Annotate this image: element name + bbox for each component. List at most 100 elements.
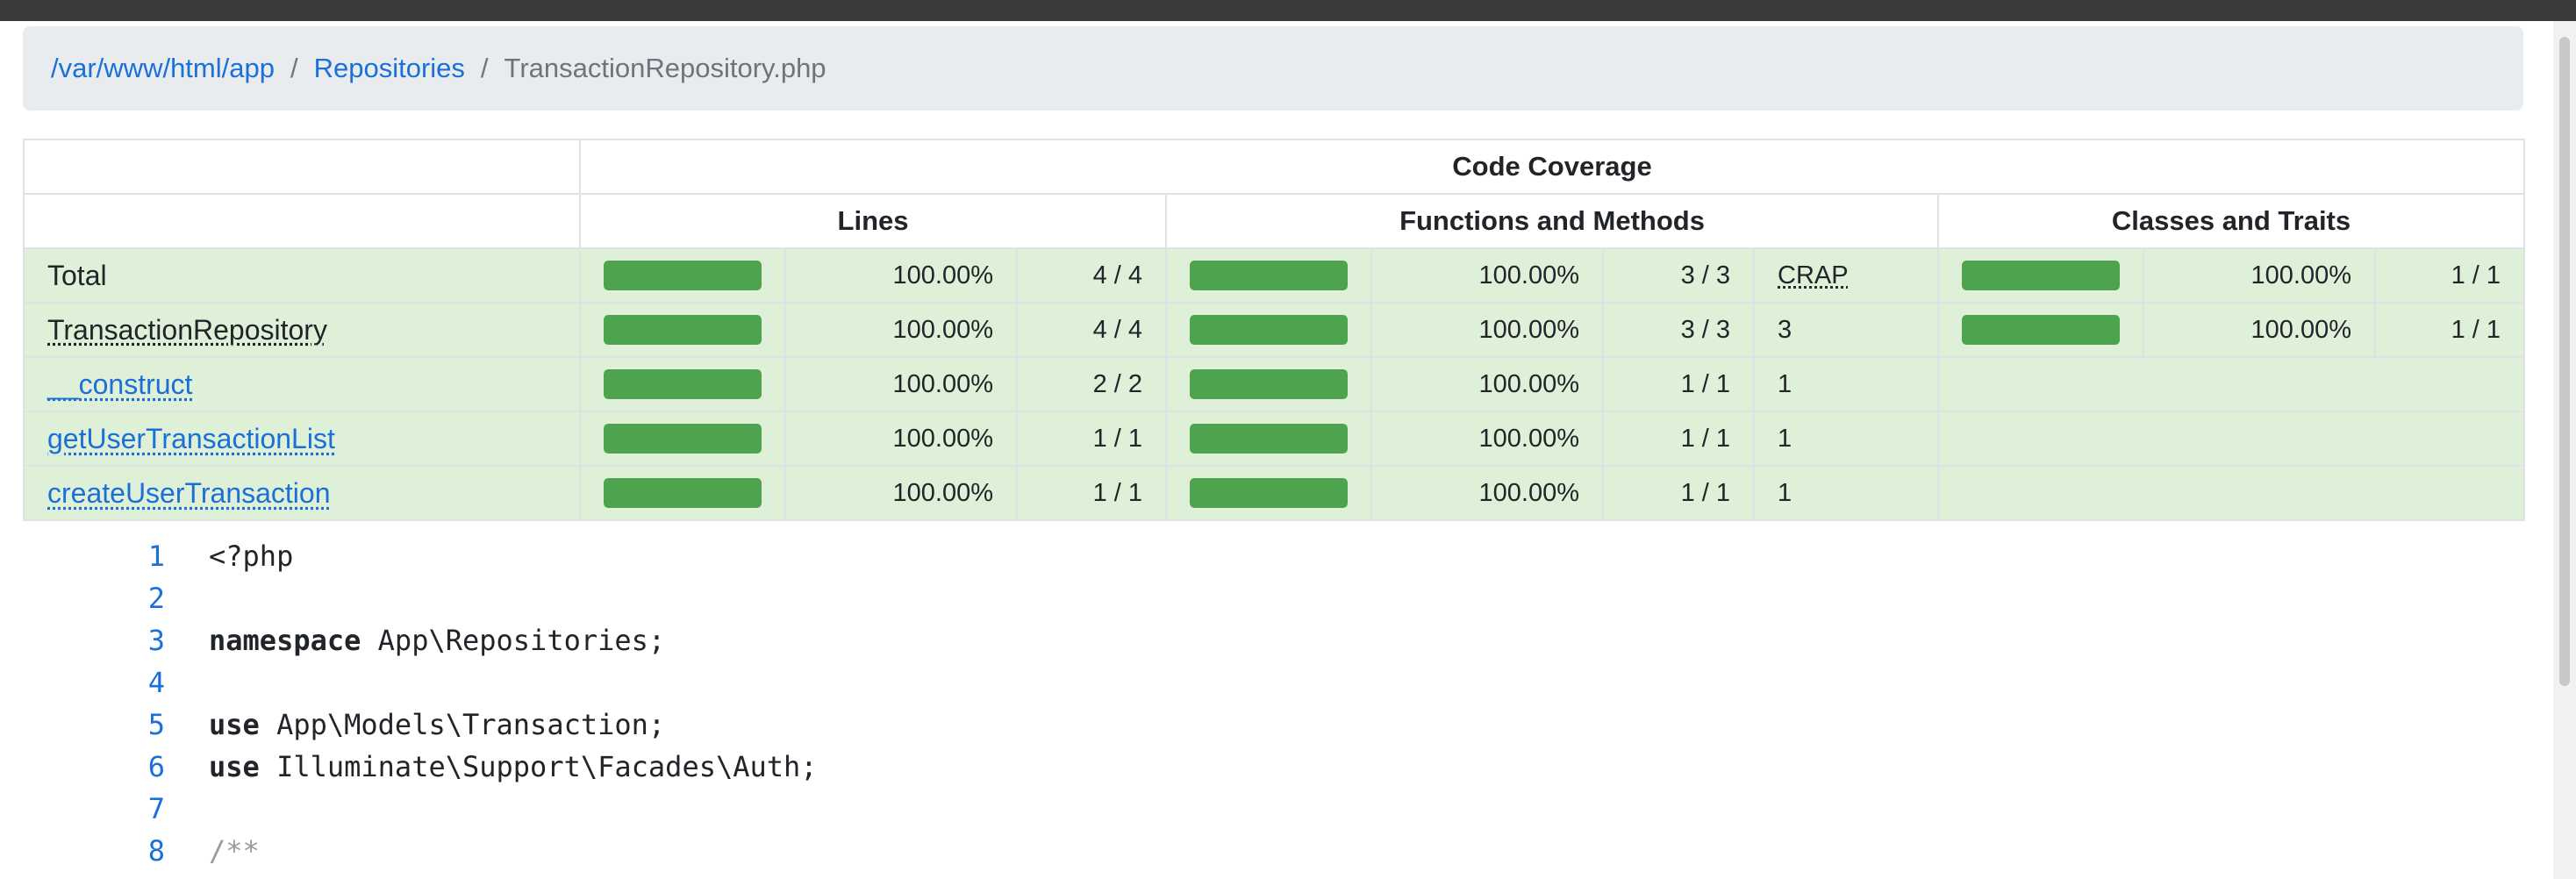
code-line: 2: [0, 577, 2544, 619]
line-number[interactable]: 1: [0, 535, 209, 577]
coverage-bar-fill: [604, 369, 762, 399]
coverage-bar-fill: [1190, 315, 1348, 345]
lines-ratio: 4 / 4: [1016, 247, 1167, 304]
breadcrumb-link-root[interactable]: /var/www/html/app: [51, 53, 275, 84]
coverage-bar-fill: [1190, 369, 1348, 399]
class-name: TransactionRepository: [47, 313, 327, 346]
coverage-bar-fill: [1962, 315, 2120, 345]
coverage-bar: [1962, 315, 2120, 345]
coverage-bar-cell: [1165, 356, 1372, 412]
code-text: App\Models\Transaction;: [259, 708, 666, 741]
coverage-bar: [1190, 261, 1348, 290]
table-row: createUserTransaction 100.00% 1 / 1 100.00%…: [23, 465, 2525, 521]
code-line: 6 use Illuminate\Support\Facades\Auth;: [0, 746, 2544, 788]
header-code-coverage: Code Coverage: [579, 139, 2525, 195]
header-empty: [23, 139, 581, 195]
breadcrumb-link-repositories[interactable]: Repositories: [314, 53, 465, 84]
code-text: App\Repositories;: [361, 624, 666, 657]
breadcrumb-separator: /: [290, 53, 298, 83]
coverage-bar: [604, 478, 762, 508]
table-row: Total 100.00% 4 / 4 100.00% 3 / 3 CRAP 100.00%…: [23, 247, 2525, 304]
coverage-bar: [604, 315, 762, 345]
functions-percent: 100.00%: [1370, 411, 1604, 467]
method-link[interactable]: createUserTransaction: [47, 477, 331, 509]
code-line: 5 use App\Models\Transaction;: [0, 704, 2544, 746]
classes-ratio: 1 / 1: [2374, 302, 2525, 358]
line-number[interactable]: 7: [0, 788, 209, 830]
vertical-scrollbar[interactable]: [2553, 21, 2576, 879]
lines-percent: 100.00%: [784, 302, 1018, 358]
code-line: 4: [0, 661, 2544, 704]
line-number[interactable]: 2: [0, 577, 209, 619]
row-name: TransactionRepository: [23, 302, 581, 358]
functions-ratio: 3 / 3: [1602, 247, 1755, 304]
coverage-bar: [1190, 478, 1348, 508]
row-name: getUserTransactionList: [23, 411, 581, 467]
lines-ratio: 2 / 2: [1016, 356, 1167, 412]
coverage-bar: [604, 369, 762, 399]
coverage-bar-fill: [1962, 261, 2120, 290]
coverage-bar-cell: [579, 465, 786, 521]
coverage-bar-fill: [604, 315, 762, 345]
row-name: Total: [23, 247, 581, 304]
coverage-bar-cell: [579, 247, 786, 304]
breadcrumb-current-file: TransactionRepository.php: [504, 53, 826, 83]
source-code-listing: 1 <?php 2 3 namespace App\Repositories; 4 5 use…: [0, 535, 2544, 872]
crap-cell: CRAP: [1753, 247, 1939, 304]
coverage-bar-fill: [1190, 261, 1348, 290]
breadcrumb-separator: /: [480, 53, 489, 83]
classes-percent: 100.00%: [2143, 247, 2376, 304]
coverage-bar-fill: [604, 478, 762, 508]
row-name: createUserTransaction: [23, 465, 581, 521]
coverage-bar: [604, 424, 762, 454]
coverage-bar-cell: [1937, 302, 2144, 358]
functions-ratio: 1 / 1: [1602, 411, 1755, 467]
lines-ratio: 4 / 4: [1016, 302, 1167, 358]
code-line: 3 namespace App\Repositories;: [0, 619, 2544, 661]
coverage-bar-cell: [1937, 247, 2144, 304]
method-link[interactable]: getUserTransactionList: [47, 423, 335, 454]
lines-percent: 100.00%: [784, 247, 1018, 304]
header-classes: Classes and Traits: [1937, 193, 2525, 249]
code-line: 7: [0, 788, 2544, 830]
lines-percent: 100.00%: [784, 356, 1018, 412]
code-comment: /**: [209, 834, 260, 868]
crap-value: 3: [1778, 315, 1792, 344]
code-keyword: namespace: [209, 624, 361, 657]
coverage-bar-cell: [1165, 247, 1372, 304]
crap-value: 1: [1778, 424, 1792, 453]
method-link[interactable]: __construct: [47, 368, 192, 400]
functions-percent: 100.00%: [1370, 465, 1604, 521]
coverage-bar-cell: [1165, 302, 1372, 358]
classes-empty: [1937, 411, 2525, 467]
coverage-bar-fill: [1190, 478, 1348, 508]
classes-percent: 100.00%: [2143, 302, 2376, 358]
code-source: namespace App\Repositories;: [209, 619, 665, 661]
row-name: __construct: [23, 356, 581, 412]
header-functions: Functions and Methods: [1165, 193, 1939, 249]
coverage-bar-cell: [1165, 465, 1372, 521]
functions-percent: 100.00%: [1370, 247, 1604, 304]
code-source: use Illuminate\Support\Facades\Auth;: [209, 746, 818, 788]
code-keyword: use: [209, 750, 260, 783]
crap-value: 1: [1778, 369, 1792, 398]
coverage-bar: [1190, 369, 1348, 399]
functions-ratio: 1 / 1: [1602, 465, 1755, 521]
coverage-bar-cell: [579, 302, 786, 358]
coverage-bar-fill: [1190, 424, 1348, 454]
line-number[interactable]: 6: [0, 746, 209, 788]
code-source: use App\Models\Transaction;: [209, 704, 665, 746]
line-number[interactable]: 5: [0, 704, 209, 746]
functions-percent: 100.00%: [1370, 356, 1604, 412]
lines-percent: 100.00%: [784, 411, 1018, 467]
table-row: TransactionRepository 100.00% 4 / 4 100.00%…: [23, 302, 2525, 358]
functions-ratio: 1 / 1: [1602, 356, 1755, 412]
header-lines: Lines: [579, 193, 1167, 249]
line-number[interactable]: 3: [0, 619, 209, 661]
table-row: __construct 100.00% 2 / 2 100.00% 1 / 11: [23, 356, 2525, 412]
line-number[interactable]: 8: [0, 830, 209, 872]
coverage-bar-cell: [1165, 411, 1372, 467]
header-empty: [23, 193, 581, 249]
scrollbar-thumb[interactable]: [2559, 37, 2570, 686]
line-number[interactable]: 4: [0, 661, 209, 704]
